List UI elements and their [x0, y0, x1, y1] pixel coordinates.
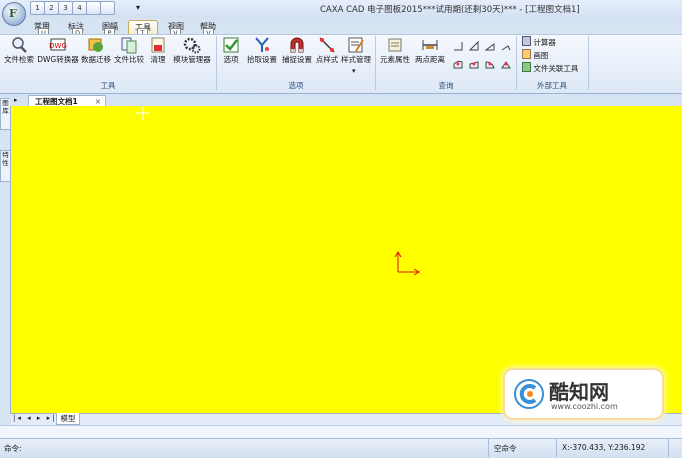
dwg-converter-label: DWG转换器 — [37, 55, 79, 64]
command-mode-status: 空命令 — [494, 444, 517, 453]
magnifier-icon — [12, 37, 27, 53]
quick-access-undo-icon[interactable] — [86, 1, 101, 15]
query-group-label: 查询 — [438, 81, 454, 90]
file-association-icon — [522, 62, 531, 72]
file-compare-label: 文件比较 — [114, 55, 144, 64]
document-tab-strip — [10, 94, 682, 106]
tab-list-icon[interactable]: ▸ — [14, 96, 18, 104]
quick-access-print-icon[interactable]: 4 — [72, 1, 87, 15]
group-separator — [216, 36, 217, 90]
snap-settings-label: 捕捉设置 — [282, 55, 312, 64]
watermark-url: www.coozhi.com — [551, 402, 618, 411]
file-search-button[interactable]: 文件检索 — [2, 36, 36, 76]
style-manager-dropdown-icon[interactable]: ▾ — [352, 67, 356, 75]
status-separator — [668, 439, 669, 457]
snap-settings-button[interactable]: 捕捉设置 — [280, 36, 314, 76]
gears-icon — [183, 37, 201, 54]
quick-access-new-icon[interactable]: 1 — [30, 1, 45, 15]
svg-text:DWG: DWG — [49, 42, 67, 50]
quick-access-open-icon[interactable]: 2 — [44, 1, 59, 15]
group-separator — [516, 36, 517, 90]
magnet-icon — [290, 37, 304, 53]
quick-access-redo-icon[interactable] — [100, 1, 115, 15]
cursor-coordinates: X:-370.433, Y:236.192 — [562, 443, 646, 452]
calculator-label: 计算器 — [533, 38, 556, 47]
document-tab-label: 工程图文档1 — [35, 97, 78, 106]
checkbox-icon — [223, 37, 239, 53]
file-compare-icon — [121, 37, 137, 54]
point-style-button[interactable]: 点样式 — [314, 36, 340, 76]
element-properties-button[interactable]: 元素属性 — [378, 36, 412, 76]
distance-icon — [422, 40, 438, 50]
query-small-icons[interactable] — [452, 40, 512, 74]
watermark-text: 酷知网 — [549, 380, 609, 404]
side-tab-properties[interactable]: 特性 — [0, 150, 11, 182]
calculator-icon — [522, 36, 531, 46]
purge-button[interactable]: 清理 — [146, 36, 170, 76]
dwg-converter-button[interactable]: DWG DWG转换器 — [37, 36, 79, 76]
app-logo-letter: F — [9, 7, 17, 20]
two-point-distance-button[interactable]: 两点距离 — [413, 36, 447, 76]
drawing-canvas[interactable] — [11, 106, 682, 413]
style-manager-label: 样式管理 — [341, 55, 371, 64]
pick-cursor-icon — [255, 37, 269, 52]
crosshair-cursor-icon — [136, 106, 150, 120]
file-compare-button[interactable]: 文件比较 — [113, 36, 145, 76]
options-button[interactable]: 选项 — [219, 36, 243, 76]
calculator-item[interactable]: 计算器 — [522, 36, 556, 47]
command-line-area[interactable] — [0, 425, 682, 439]
paint-icon — [522, 49, 531, 59]
file-association-item[interactable]: 文件关联工具 — [522, 62, 578, 73]
options-group-label: 选项 — [288, 81, 304, 90]
side-tab-library-label: 图库 — [2, 99, 9, 115]
purge-label: 清理 — [150, 55, 166, 64]
point-style-icon — [319, 37, 335, 53]
layout-nav-buttons[interactable]: |◂ ◂ ▸ ▸| — [13, 414, 56, 422]
data-migration-label: 数据迁移 — [81, 55, 111, 64]
status-separator — [488, 439, 489, 457]
module-manager-button[interactable]: 模块管理器 — [171, 36, 213, 76]
application-menu-button[interactable]: F — [2, 2, 26, 26]
module-manager-label: 模块管理器 — [173, 55, 211, 64]
element-properties-label: 元素属性 — [380, 55, 410, 64]
point-style-label: 点样式 — [315, 55, 339, 64]
data-migration-icon — [88, 38, 103, 52]
status-separator — [556, 439, 557, 457]
scroll-icon — [388, 38, 402, 52]
window-title: CAXA CAD 电子图板2015***试用期(还剩30天)*** - [工程图… — [320, 5, 580, 15]
paint-item[interactable]: 画图 — [522, 49, 548, 60]
style-manager-button[interactable]: 样式管理 — [340, 36, 372, 76]
file-association-label: 文件关联工具 — [533, 64, 579, 73]
watermark-logo: 酷知网 www.coozhi.com — [505, 370, 662, 418]
paint-label: 画图 — [533, 51, 549, 60]
coozhi-logo-icon — [514, 379, 544, 409]
quick-access-save-icon[interactable]: 3 — [58, 1, 73, 15]
group-separator — [375, 36, 376, 90]
dwg-converter-icon: DWG — [49, 38, 67, 51]
purge-icon — [151, 37, 165, 53]
style-manager-icon — [348, 37, 364, 53]
data-migration-button[interactable]: 数据迁移 — [80, 36, 112, 76]
file-search-label: 文件检索 — [4, 55, 34, 64]
coordinate-origin-icon — [394, 251, 420, 276]
quick-access-dropdown-icon[interactable]: ▾ — [136, 3, 140, 12]
group-separator — [588, 36, 589, 90]
tools-group-label: 工具 — [100, 81, 116, 90]
side-tab-properties-label: 特性 — [2, 151, 9, 167]
pick-settings-button[interactable]: 拾取设置 — [245, 36, 279, 76]
side-dock-strip — [0, 94, 11, 414]
external-tools-group-label: 外部工具 — [537, 81, 567, 90]
options-label: 选项 — [223, 55, 239, 64]
command-prompt-label: 命令: — [4, 444, 22, 453]
tab-model[interactable]: 模型 — [56, 413, 80, 425]
two-point-distance-label: 两点距离 — [415, 55, 445, 64]
pick-settings-label: 拾取设置 — [247, 55, 277, 64]
